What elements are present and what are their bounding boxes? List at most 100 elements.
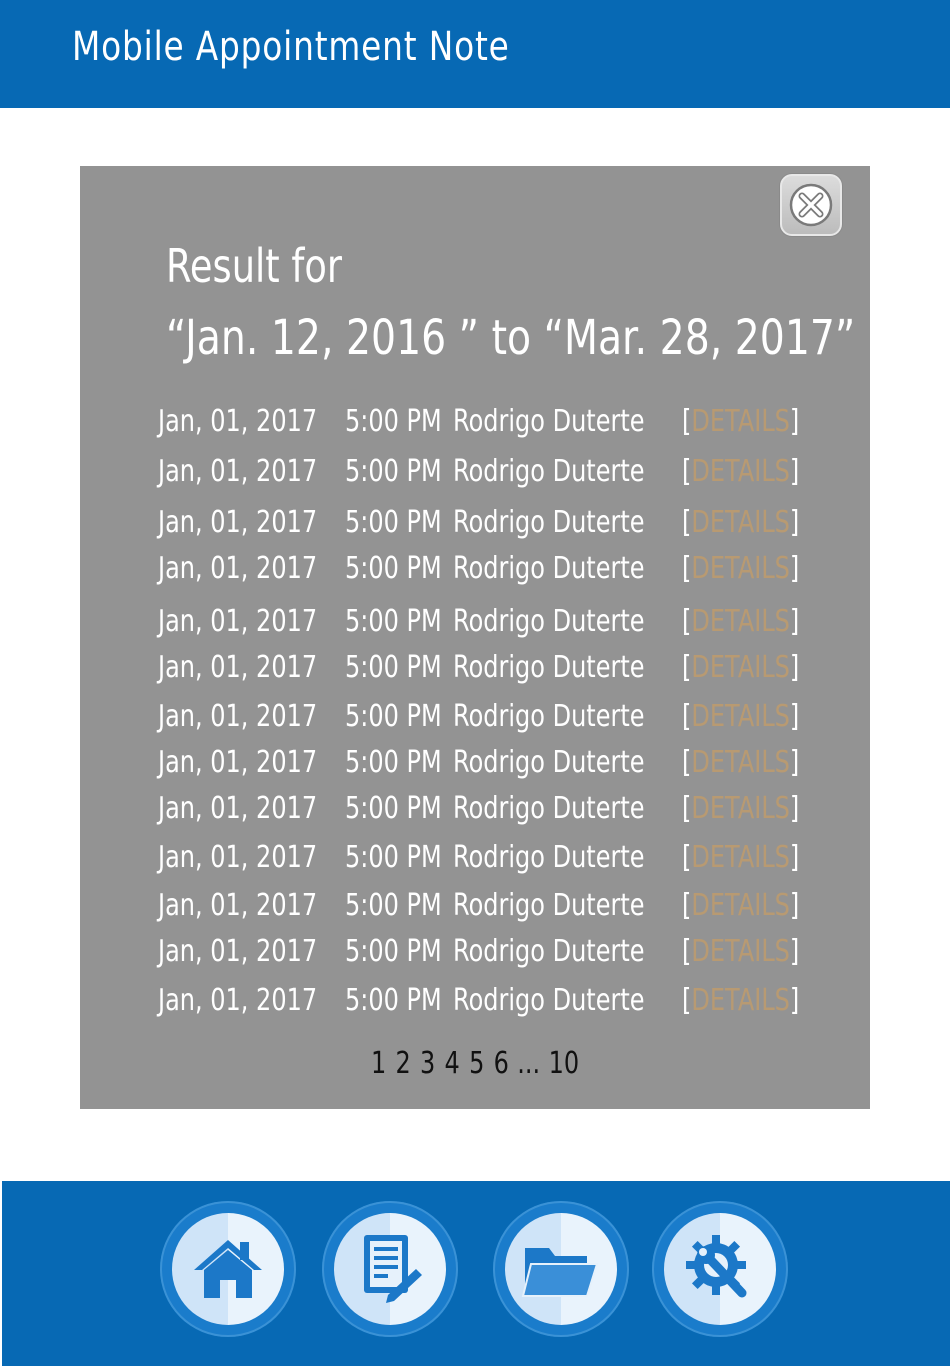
appointment-name: Rodrigo Duterte (453, 454, 645, 489)
table-row: Jan, 01, 2017 5:00 PM Rodrigo Duterte [D… (80, 697, 870, 737)
appointment-name: Rodrigo Duterte (453, 699, 645, 734)
table-row: Jan, 01, 2017 5:00 PM Rodrigo Duterte [D… (80, 743, 870, 783)
details-wrapper: [DETAILS] (682, 983, 800, 1018)
appointment-date: Jan, 01, 2017 (158, 699, 318, 734)
appointment-time: 5:00 PM (345, 934, 442, 969)
page-link-5[interactable]: 5 (468, 1046, 485, 1081)
appointment-name: Rodrigo Duterte (453, 840, 645, 875)
appointment-time: 5:00 PM (345, 404, 442, 439)
table-row: Jan, 01, 2017 5:00 PM Rodrigo Duterte [D… (80, 648, 870, 688)
appointment-time: 5:00 PM (345, 983, 442, 1018)
page-link-last[interactable]: 10 (548, 1046, 580, 1081)
page-link-3[interactable]: 3 (419, 1046, 436, 1081)
page-link-6[interactable]: 6 (493, 1046, 510, 1081)
details-link[interactable]: DETAILS (691, 650, 790, 685)
appointment-name: Rodrigo Duterte (453, 934, 645, 969)
details-wrapper: [DETAILS] (682, 551, 800, 586)
appointment-date: Jan, 01, 2017 (158, 983, 318, 1018)
details-link[interactable]: DETAILS (691, 505, 790, 540)
search-result-panel: Result for “Jan. 12, 2016 ” to “Mar. 28,… (80, 166, 870, 1109)
appointment-date: Jan, 01, 2017 (158, 404, 318, 439)
table-row: Jan, 01, 2017 5:00 PM Rodrigo Duterte [D… (80, 981, 870, 1021)
appointment-name: Rodrigo Duterte (453, 604, 645, 639)
appointment-time: 5:00 PM (345, 604, 442, 639)
appointment-time: 5:00 PM (345, 454, 442, 489)
appointment-list: Jan, 01, 2017 5:00 PM Rodrigo Duterte [D… (80, 166, 870, 1066)
files-button-face (505, 1213, 617, 1325)
appointment-name: Rodrigo Duterte (453, 404, 645, 439)
table-row: Jan, 01, 2017 5:00 PM Rodrigo Duterte [D… (80, 886, 870, 926)
details-wrapper: [DETAILS] (682, 699, 800, 734)
settings-tools-icon (686, 1235, 747, 1298)
table-row: Jan, 01, 2017 5:00 PM Rodrigo Duterte [D… (80, 602, 870, 642)
page-link-4[interactable]: 4 (444, 1046, 461, 1081)
appointment-name: Rodrigo Duterte (453, 745, 645, 780)
page-link-2[interactable]: 2 (395, 1046, 412, 1081)
details-link[interactable]: DETAILS (691, 745, 790, 780)
details-wrapper: [DETAILS] (682, 934, 800, 969)
appointment-time: 5:00 PM (345, 650, 442, 685)
notes-button-face (334, 1213, 446, 1325)
appointment-date: Jan, 01, 2017 (158, 840, 318, 875)
files-button[interactable] (493, 1201, 629, 1337)
table-row: Jan, 01, 2017 5:00 PM Rodrigo Duterte [D… (80, 789, 870, 829)
table-row: Jan, 01, 2017 5:00 PM Rodrigo Duterte [D… (80, 503, 870, 543)
details-link[interactable]: DETAILS (691, 404, 790, 439)
details-link[interactable]: DETAILS (691, 983, 790, 1018)
pagination-ellipsis: ... (517, 1046, 541, 1081)
appointment-date: Jan, 01, 2017 (158, 888, 318, 923)
appointment-time: 5:00 PM (345, 840, 442, 875)
appointment-name: Rodrigo Duterte (453, 791, 645, 826)
home-button-face (172, 1213, 284, 1325)
appointment-name: Rodrigo Duterte (453, 551, 645, 586)
table-row: Jan, 01, 2017 5:00 PM Rodrigo Duterte [D… (80, 452, 870, 492)
details-link[interactable]: DETAILS (691, 699, 790, 734)
table-row: Jan, 01, 2017 5:00 PM Rodrigo Duterte [D… (80, 549, 870, 589)
appointment-date: Jan, 01, 2017 (158, 745, 318, 780)
appointment-time: 5:00 PM (345, 745, 442, 780)
details-link[interactable]: DETAILS (691, 604, 790, 639)
table-row: Jan, 01, 2017 5:00 PM Rodrigo Duterte [D… (80, 838, 870, 878)
appointment-time: 5:00 PM (345, 551, 442, 586)
details-link[interactable]: DETAILS (691, 551, 790, 586)
details-wrapper: [DETAILS] (682, 888, 800, 923)
appointment-time: 5:00 PM (345, 505, 442, 540)
page-link-1[interactable]: 1 (370, 1046, 387, 1081)
pagination: 1 2 3 4 5 6 ... 10 (80, 1044, 870, 1084)
bottom-nav-bar (2, 1181, 950, 1366)
settings-button-face (664, 1213, 776, 1325)
details-wrapper: [DETAILS] (682, 404, 800, 439)
details-link[interactable]: DETAILS (691, 888, 790, 923)
details-wrapper: [DETAILS] (682, 604, 800, 639)
home-button[interactable] (160, 1201, 296, 1337)
details-wrapper: [DETAILS] (682, 840, 800, 875)
folder-icon (521, 1248, 599, 1297)
details-wrapper: [DETAILS] (682, 505, 800, 540)
appointment-date: Jan, 01, 2017 (158, 505, 318, 540)
document-edit-icon (364, 1235, 422, 1303)
appointment-name: Rodrigo Duterte (453, 505, 645, 540)
appointment-date: Jan, 01, 2017 (158, 604, 318, 639)
appointment-time: 5:00 PM (345, 791, 442, 826)
details-link[interactable]: DETAILS (691, 454, 790, 489)
appointment-date: Jan, 01, 2017 (158, 791, 318, 826)
appointment-name: Rodrigo Duterte (453, 983, 645, 1018)
details-link[interactable]: DETAILS (691, 840, 790, 875)
app-title: Mobile Appointment Note (72, 24, 510, 70)
appointment-date: Jan, 01, 2017 (158, 454, 318, 489)
appointment-time: 5:00 PM (345, 888, 442, 923)
appointment-name: Rodrigo Duterte (453, 888, 645, 923)
details-wrapper: [DETAILS] (682, 791, 800, 826)
app-header: Mobile Appointment Note (0, 0, 950, 108)
appointment-date: Jan, 01, 2017 (158, 934, 318, 969)
appointment-name: Rodrigo Duterte (453, 650, 645, 685)
details-wrapper: [DETAILS] (682, 650, 800, 685)
table-row: Jan, 01, 2017 5:00 PM Rodrigo Duterte [D… (80, 932, 870, 972)
table-row: Jan, 01, 2017 5:00 PM Rodrigo Duterte [D… (80, 402, 870, 442)
details-link[interactable]: DETAILS (691, 791, 790, 826)
appointment-time: 5:00 PM (345, 699, 442, 734)
details-link[interactable]: DETAILS (691, 934, 790, 969)
settings-button[interactable] (652, 1201, 788, 1337)
notes-button[interactable] (322, 1201, 458, 1337)
details-wrapper: [DETAILS] (682, 454, 800, 489)
